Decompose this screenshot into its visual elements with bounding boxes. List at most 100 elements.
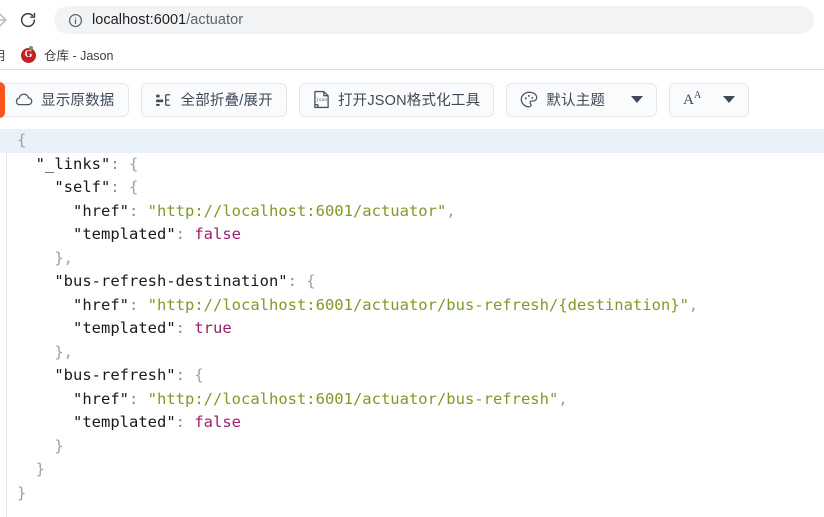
code-token-colon: : bbox=[175, 319, 195, 337]
extension-accent-tab[interactable] bbox=[0, 82, 5, 118]
code-line[interactable]: } bbox=[0, 458, 824, 482]
code-token-bool: true bbox=[194, 319, 232, 337]
gitee-icon: G bbox=[21, 45, 37, 63]
code-line[interactable]: "_links": { bbox=[0, 153, 824, 177]
code-line[interactable]: "templated": false bbox=[0, 411, 824, 435]
code-token-colon: : bbox=[129, 295, 148, 314]
code-token-colon: : bbox=[175, 366, 195, 384]
code-token-str: "http://localhost:6001/actuator" bbox=[147, 201, 447, 220]
bookmark-item-clipped[interactable]: 用 bbox=[0, 45, 9, 64]
show-raw-data-label: 显示原数据 bbox=[41, 93, 115, 109]
bookmarks-bar: 用 G 仓库 - Jason bbox=[0, 40, 824, 69]
code-token-key: "templated" bbox=[73, 319, 176, 337]
font-size-glyph-sup: A bbox=[693, 90, 702, 101]
code-token-str: "http://localhost:6001/actuator/bus-refr… bbox=[147, 295, 689, 314]
code-line[interactable]: "href": "http://localhost:6001/actuator/… bbox=[0, 388, 824, 412]
code-token-key: "href" bbox=[73, 389, 129, 408]
reload-icon bbox=[19, 11, 37, 29]
reload-button[interactable] bbox=[14, 6, 42, 34]
code-line[interactable]: "href": "http://localhost:6001/actuator/… bbox=[0, 294, 824, 318]
address-bar[interactable]: localhost:6001/actuator bbox=[54, 6, 814, 34]
browser-nav-row: localhost:6001/actuator bbox=[0, 0, 824, 40]
open-json-formatter-label: 打开JSON格式化工具 bbox=[337, 93, 481, 109]
show-raw-data-button[interactable]: 显示原数据 bbox=[0, 82, 129, 117]
collapse-expand-all-button[interactable]: 全部折叠/展开 bbox=[140, 82, 287, 117]
bookmark-item-gitee[interactable]: G 仓库 - Jason bbox=[17, 43, 117, 66]
json-content-area[interactable]: { "_links": { "self": { "href": "http://… bbox=[0, 129, 824, 517]
chevron-down-icon-2[interactable] bbox=[723, 96, 736, 103]
code-token-punc: } bbox=[54, 436, 64, 455]
code-token-colon: : bbox=[175, 225, 195, 243]
code-token-punc: , bbox=[446, 201, 456, 220]
code-token-colon: : bbox=[129, 389, 148, 408]
font-size-icon: AA bbox=[683, 91, 701, 108]
bookmark-label: 仓库 - Jason bbox=[44, 49, 114, 63]
code-token-key: "bus-refresh-destination" bbox=[54, 272, 288, 290]
code-token-colon: : bbox=[110, 154, 129, 173]
code-token-punc: { bbox=[306, 272, 316, 290]
theme-select-button[interactable]: 默认主题 bbox=[506, 82, 658, 117]
code-token-key: "href" bbox=[73, 295, 129, 314]
code-token-bool: false bbox=[194, 225, 241, 243]
theme-select-label: 默认主题 bbox=[546, 93, 606, 109]
json-viewer-toolbar: 显示原数据 全部折叠/展开 json 打开JSON格式化工具 默认主题 AA bbox=[0, 70, 824, 199]
code-token-str: "http://localhost:6001/actuator/bus-refr… bbox=[147, 389, 559, 408]
code-token-punc: } bbox=[35, 460, 46, 478]
open-json-formatter-button[interactable]: json 打开JSON格式化工具 bbox=[298, 82, 495, 117]
code-line[interactable]: "bus-refresh": { bbox=[0, 364, 824, 388]
chevron-down-icon[interactable] bbox=[631, 96, 644, 103]
code-line[interactable]: "bus-refresh-destination": { bbox=[0, 270, 824, 294]
code-line[interactable]: } bbox=[0, 482, 824, 506]
browser-chrome: localhost:6001/actuator 用 G 仓库 - Jason bbox=[0, 0, 824, 70]
cloud-icon bbox=[14, 92, 33, 107]
code-line[interactable]: } bbox=[0, 435, 824, 459]
forward-button[interactable] bbox=[0, 6, 14, 34]
code-token-colon: : bbox=[129, 201, 148, 220]
url-path: /actuator bbox=[186, 12, 244, 28]
code-token-punc: , bbox=[688, 295, 699, 314]
collapse-expand-all-label: 全部折叠/展开 bbox=[180, 93, 273, 109]
code-line[interactable]: "templated": true bbox=[0, 317, 824, 341]
code-token-colon: : bbox=[175, 413, 195, 431]
code-token-punc: { bbox=[129, 154, 139, 173]
svg-text:json: json bbox=[316, 97, 328, 103]
page-info-icon[interactable] bbox=[68, 13, 83, 28]
code-token-punc: { bbox=[194, 366, 204, 384]
url-host: localhost:6001 bbox=[92, 12, 187, 28]
code-token-punc: } bbox=[17, 483, 27, 502]
code-line[interactable]: "href": "http://localhost:6001/actuator"… bbox=[0, 200, 824, 224]
json-code-block: { "_links": { "self": { "href": "http://… bbox=[0, 129, 824, 505]
address-bar-url: localhost:6001/actuator bbox=[92, 12, 243, 28]
font-size-button[interactable]: AA bbox=[669, 82, 750, 117]
json-file-icon: json bbox=[313, 90, 330, 109]
code-line[interactable]: "templated": false bbox=[0, 223, 824, 247]
code-token-key: "bus-refresh" bbox=[54, 366, 176, 384]
code-token-punc: { bbox=[17, 131, 27, 149]
code-token-key: "_links" bbox=[35, 154, 111, 173]
code-token-key: "self" bbox=[54, 178, 111, 196]
code-token-colon: : bbox=[287, 272, 307, 290]
code-token-punc: }, bbox=[54, 248, 73, 267]
code-token-punc: { bbox=[129, 178, 139, 196]
code-line[interactable]: }, bbox=[0, 247, 824, 271]
code-line[interactable]: }, bbox=[0, 341, 824, 365]
code-line[interactable]: { bbox=[0, 129, 824, 153]
gitee-icon-letter: G bbox=[21, 47, 36, 63]
code-token-key: "href" bbox=[73, 201, 129, 220]
code-token-key: "templated" bbox=[73, 413, 176, 431]
collapse-expand-icon bbox=[155, 93, 173, 107]
code-line[interactable]: "self": { bbox=[0, 176, 824, 200]
code-token-colon: : bbox=[110, 178, 129, 196]
